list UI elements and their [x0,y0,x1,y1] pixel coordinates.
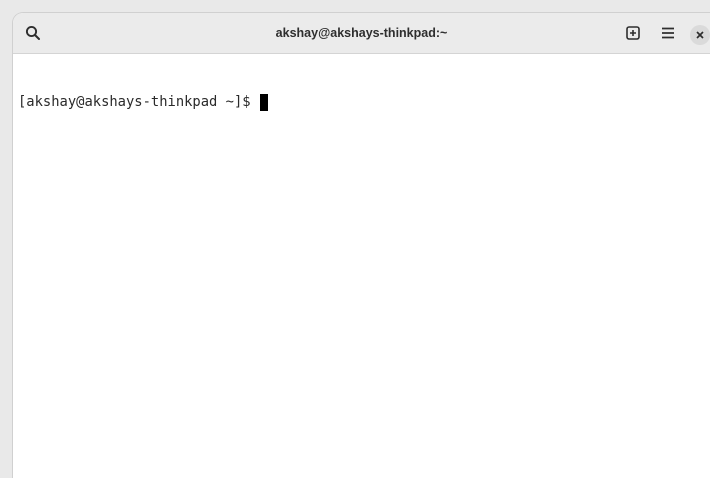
shell-prompt: [akshay@akshays-thinkpad ~]$ [18,94,251,110]
close-icon [696,31,704,39]
search-icon [25,25,40,40]
terminal-pane[interactable]: [akshay@akshays-thinkpad ~]$ [13,54,710,478]
header-bar: akshay@akshays-thinkpad:~ [13,13,710,54]
prompt-line: [akshay@akshays-thinkpad ~]$ [18,93,710,111]
new-tab-button[interactable] [619,20,647,46]
text-cursor [259,93,268,111]
window-title: akshay@akshays-thinkpad:~ [275,26,448,40]
new-tab-icon [626,26,640,40]
terminal-window: akshay@akshays-thinkpad:~ [akshay@akshay… [12,12,710,478]
hamburger-menu-icon [662,27,674,39]
search-button[interactable] [19,20,47,46]
close-button[interactable] [690,25,710,45]
main-menu-button[interactable] [654,20,682,46]
